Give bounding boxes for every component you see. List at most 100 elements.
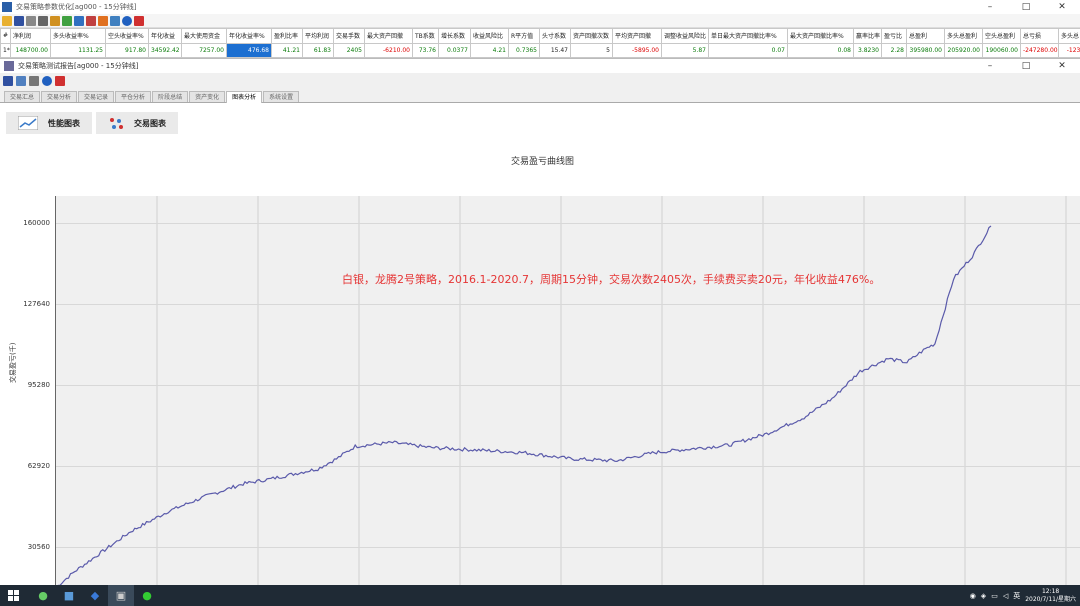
results-header-cell[interactable]: 年化收益 <box>148 28 182 44</box>
tab-7[interactable]: 图表分析 <box>226 91 263 103</box>
refresh-icon[interactable] <box>62 15 72 26</box>
chart-icon[interactable] <box>86 15 96 26</box>
minimize-button[interactable]: – <box>972 0 1008 14</box>
tab-6[interactable]: 资产变化 <box>189 91 226 102</box>
filter-icon[interactable] <box>50 15 60 26</box>
results-value-cell: 4.21 <box>470 42 509 58</box>
plot-area <box>55 196 1080 588</box>
y-tick-label: 62920 <box>27 461 50 470</box>
report-app-icon <box>4 61 14 71</box>
close-button[interactable]: ✕ <box>1044 0 1080 14</box>
results-header-cell[interactable]: 最大使用资金 <box>181 28 227 44</box>
results-header-cell[interactable]: 调整收益风险比 <box>661 28 709 44</box>
print-icon[interactable] <box>29 76 39 86</box>
save-icon[interactable] <box>14 15 24 26</box>
save-icon[interactable] <box>3 76 13 86</box>
report-close-button[interactable]: ✕ <box>1044 59 1080 73</box>
print-icon[interactable] <box>38 15 48 26</box>
copy-icon[interactable] <box>16 76 26 86</box>
results-header-row: # 净利润 多头收益率% 空头收益率% 年化收益 最大使用资金 年化收益率% 盈利比率 平均利润… <box>0 28 1080 44</box>
open-icon[interactable] <box>2 15 12 26</box>
browser-taskbar-icon[interactable]: ● <box>30 585 56 606</box>
results-header-cell[interactable]: 平均利润 <box>302 28 334 44</box>
results-header-cell[interactable]: 最大资产回撤 <box>364 28 413 44</box>
tb-app-taskbar-icon[interactable]: ▣ <box>108 585 134 606</box>
results-value-cell: 7257.00 <box>181 42 227 58</box>
tab-5[interactable]: 阶段总结 <box>152 91 189 102</box>
chart-panel: 性能图表 交易图表 交易盈亏曲线图 交易盈亏(千) 30560 62920 9528… <box>0 103 1080 588</box>
store-taskbar-icon[interactable]: ◆ <box>82 585 108 606</box>
clock[interactable]: 12:18 2020/7/11/星期六 <box>1025 588 1076 604</box>
help-icon[interactable] <box>122 15 132 26</box>
results-header-cell[interactable]: # <box>0 28 11 44</box>
results-header-cell[interactable]: 空头总盈利 <box>982 28 1021 44</box>
performance-chart-button[interactable]: 性能图表 <box>6 112 92 134</box>
results-data-row[interactable]: 1* 148700.00 1131.25 917.80 34592.42 7257.00 4… <box>0 42 1080 58</box>
results-header-cell[interactable]: 收益风险比 <box>470 28 509 44</box>
report-minimize-button[interactable]: – <box>972 59 1008 73</box>
tab-4[interactable]: 平仓分析 <box>115 91 152 102</box>
report-maximize-button[interactable]: □ <box>1008 59 1044 73</box>
results-header-cell[interactable]: 总盈利 <box>906 28 945 44</box>
results-header-cell[interactable]: 多头收益率% <box>50 28 106 44</box>
results-header-cell[interactable]: 总亏损 <box>1020 28 1059 44</box>
results-header-cell[interactable]: 平均资产回撤 <box>612 28 662 44</box>
bar-chart-icon[interactable] <box>98 15 108 26</box>
results-value-cell: 73.76 <box>412 42 439 58</box>
tray-app-icon[interactable]: ◉ <box>970 592 976 600</box>
results-header-cell[interactable]: 资产回撤次数 <box>570 28 613 44</box>
tab-2[interactable]: 交易分析 <box>41 91 78 102</box>
report-titlebar: 交易策略测试报告[ag000 - 15分钟线] – □ ✕ <box>0 58 1080 73</box>
report-icon[interactable] <box>74 15 84 26</box>
exit-icon[interactable] <box>55 76 65 86</box>
tab-8[interactable]: 系统设置 <box>263 91 300 102</box>
network-icon[interactable]: ▭ <box>991 592 998 600</box>
results-header-cell[interactable]: 盈亏比 <box>881 28 907 44</box>
results-header-cell[interactable]: 多头总 <box>1058 28 1080 44</box>
copy-icon[interactable] <box>26 15 36 26</box>
chart-title: 交易盈亏曲线图 <box>510 157 574 167</box>
exit-icon[interactable] <box>134 15 144 26</box>
results-header-cell[interactable]: 年化收益率% <box>226 28 272 44</box>
tab-1[interactable]: 交易汇总 <box>4 91 41 102</box>
results-header-cell[interactable]: TB系数 <box>412 28 439 44</box>
results-header-cell[interactable]: 赢率比率 <box>853 28 882 44</box>
app-icon <box>2 2 12 12</box>
results-value-cell: 15.47 <box>539 42 571 58</box>
report-tabs: 交易汇总 交易分析 交易记录 平仓分析 阶段总结 资产变化 图表分析 系统设置 <box>0 91 1080 103</box>
results-header-cell[interactable]: 净利润 <box>10 28 51 44</box>
results-value-cell: 41.21 <box>271 42 303 58</box>
results-header-cell[interactable]: 单日最大资产回撤比率% <box>708 28 788 44</box>
results-header-cell[interactable]: R平方值 <box>508 28 540 44</box>
results-header-cell[interactable]: 头寸系数 <box>539 28 571 44</box>
file-explorer-taskbar-icon[interactable]: ■ <box>56 585 82 606</box>
wechat-taskbar-icon[interactable]: ● <box>134 585 160 606</box>
results-value-cell: 0.07 <box>708 42 788 58</box>
results-value-cell: 917.80 <box>105 42 149 58</box>
optimizer-toolbar <box>0 14 1080 28</box>
performance-chart-label: 性能图表 <box>48 118 80 128</box>
results-value-cell: 3.8230 <box>853 42 882 58</box>
results-header-cell[interactable]: 增长系数 <box>438 28 471 44</box>
report-toolbar <box>0 73 1080 89</box>
maximize-button[interactable]: □ <box>1008 0 1044 14</box>
line-chart-icon <box>18 116 38 130</box>
results-value-cell: 5 <box>570 42 613 58</box>
shield-icon[interactable]: ◈ <box>981 592 986 600</box>
help-icon[interactable] <box>42 76 52 86</box>
results-header-cell[interactable]: 盈利比率 <box>271 28 303 44</box>
results-value-cell: 190060.00 <box>982 42 1021 58</box>
ime-indicator[interactable]: 英 <box>1013 591 1020 601</box>
results-header-cell[interactable]: 多头总盈利 <box>944 28 983 44</box>
start-button[interactable] <box>0 585 26 606</box>
results-value-cell: 61.83 <box>302 42 334 58</box>
volume-icon[interactable]: ◁ <box>1003 592 1008 600</box>
trade-chart-button[interactable]: 交易图表 <box>96 112 178 134</box>
grid-icon[interactable] <box>110 15 120 26</box>
results-header-cell[interactable]: 交易手数 <box>333 28 365 44</box>
results-header-cell[interactable]: 最大资产回撤比率% <box>787 28 854 44</box>
tab-3[interactable]: 交易记录 <box>78 91 115 102</box>
results-value-cell: 0.0377 <box>438 42 471 58</box>
optimizer-titlebar: 交易策略参数优化[ag000 - 15分钟线] – □ ✕ <box>0 0 1080 14</box>
results-header-cell[interactable]: 空头收益率% <box>105 28 149 44</box>
